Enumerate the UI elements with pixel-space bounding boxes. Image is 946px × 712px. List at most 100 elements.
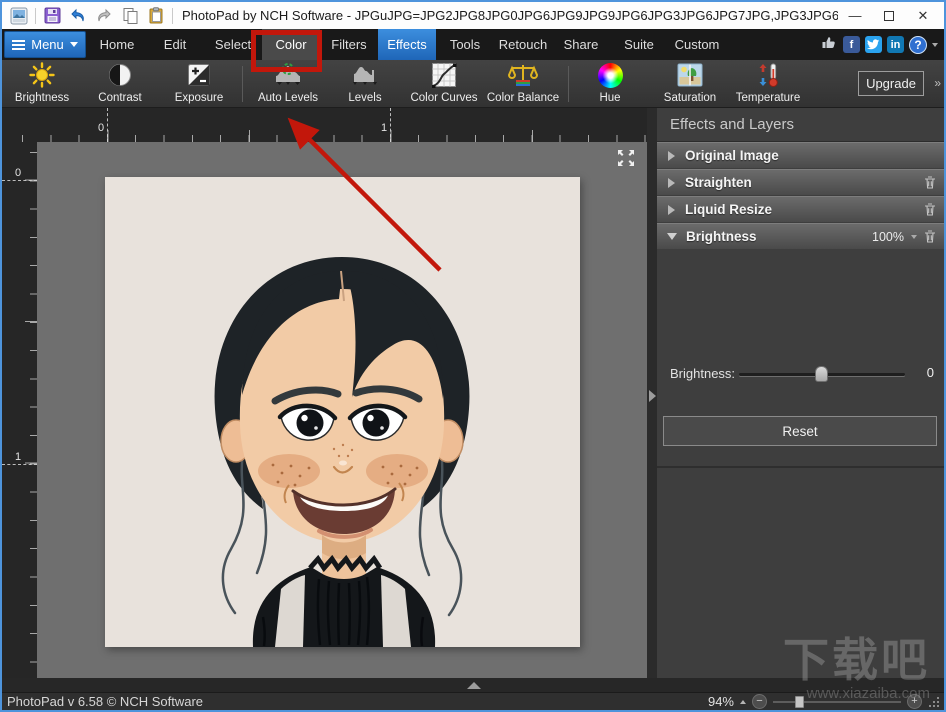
- color-balance-icon: [508, 62, 538, 88]
- annotation-highlight-box: [251, 30, 322, 72]
- chevron-down-icon[interactable]: [911, 235, 917, 239]
- version-text: PhotoPad v 6.58 © NCH Software: [7, 694, 203, 709]
- reset-button[interactable]: Reset: [663, 416, 937, 446]
- divider: [172, 8, 173, 24]
- trash-icon[interactable]: [924, 176, 936, 189]
- panel-divider: [647, 108, 657, 678]
- layer-row-liquid-resize[interactable]: Liquid Resize: [657, 196, 944, 222]
- ruler-tick: [2, 464, 37, 465]
- tab-edit[interactable]: Edit: [146, 29, 204, 60]
- tool-saturation[interactable]: Saturation: [651, 62, 729, 106]
- status-bar: PhotoPad v 6.58 © NCH Software 94% − +: [2, 692, 944, 710]
- layer-row-original-image[interactable]: Original Image: [657, 142, 944, 168]
- panel-collapse-arrow-icon[interactable]: [649, 390, 656, 402]
- menu-button[interactable]: Menu: [4, 31, 86, 58]
- zoom-slider-handle[interactable]: [795, 696, 804, 708]
- tool-exposure[interactable]: Exposure: [163, 62, 235, 106]
- tool-label: Contrast: [98, 92, 141, 104]
- ruler-label: 1: [381, 122, 387, 134]
- temperature-icon: [756, 62, 780, 88]
- tab-tools[interactable]: Tools: [436, 29, 494, 60]
- effects-panel: Effects and Layers Original Image Straig…: [657, 108, 944, 678]
- toolbar-overflow-chevron[interactable]: »: [934, 76, 941, 90]
- layer-label: Liquid Resize: [685, 202, 772, 217]
- undo-icon[interactable]: [68, 6, 88, 26]
- upgrade-button[interactable]: Upgrade: [858, 71, 924, 96]
- layer-label: Original Image: [685, 148, 779, 163]
- trash-icon[interactable]: [924, 230, 936, 243]
- menu-bar: Menu Home Edit Select Color Filters Effe…: [2, 29, 944, 60]
- tool-hue[interactable]: Hue: [574, 62, 646, 106]
- portrait-image: [105, 177, 580, 647]
- bottom-panel-expand-icon[interactable]: [467, 682, 481, 689]
- tab-retouch[interactable]: Retouch: [494, 29, 552, 60]
- linkedin-icon[interactable]: in: [887, 36, 904, 53]
- divider: [568, 66, 569, 102]
- tool-color-curves[interactable]: Color Curves: [403, 62, 485, 106]
- fullscreen-icon[interactable]: [617, 149, 635, 167]
- brightness-controls: Brightness: 0 Reset: [657, 356, 944, 466]
- tool-label: Saturation: [664, 92, 716, 104]
- expand-arrow-icon[interactable]: [668, 178, 675, 188]
- canvas-area[interactable]: [37, 142, 647, 678]
- ruler-tick: [390, 108, 391, 142]
- opacity-value[interactable]: 100%: [872, 230, 904, 244]
- vertical-ruler: 0 1: [2, 142, 37, 678]
- chevron-down-icon[interactable]: [932, 43, 938, 47]
- expand-arrow-icon[interactable]: [668, 205, 675, 215]
- menu-tabs: Home Edit Select Color Filters Effects T…: [88, 29, 726, 60]
- zoom-caret-icon[interactable]: [740, 700, 746, 704]
- layer-row-brightness[interactable]: Brightness 100%: [657, 223, 944, 249]
- zoom-percent[interactable]: 94%: [708, 694, 734, 709]
- tab-filters[interactable]: Filters: [320, 29, 378, 60]
- hue-wheel-icon: [598, 62, 623, 88]
- zoom-out-button[interactable]: −: [752, 694, 767, 709]
- color-curves-icon: [431, 62, 457, 88]
- exposure-icon: [187, 62, 211, 88]
- facebook-icon[interactable]: f: [843, 36, 860, 53]
- layer-label: Brightness: [686, 229, 757, 244]
- zoom-in-button[interactable]: +: [907, 694, 922, 709]
- help-icon[interactable]: ?: [909, 36, 927, 54]
- levels-icon: [351, 62, 379, 88]
- layer-row-straighten[interactable]: Straighten: [657, 169, 944, 195]
- brightness-slider-handle[interactable]: [815, 366, 828, 382]
- tool-label: Exposure: [175, 92, 224, 104]
- tab-home[interactable]: Home: [88, 29, 146, 60]
- zoom-slider[interactable]: [773, 701, 901, 703]
- paste-icon[interactable]: [146, 6, 166, 26]
- minimize-button[interactable]: —: [838, 4, 872, 28]
- maximize-button[interactable]: [872, 4, 906, 28]
- ruler-label: 1: [15, 451, 21, 463]
- tab-effects[interactable]: Effects: [378, 29, 436, 60]
- thumbs-up-icon[interactable]: [821, 34, 838, 55]
- tool-temperature[interactable]: Temperature: [727, 62, 809, 106]
- ruler-label: 0: [15, 167, 21, 179]
- app-icon: [9, 6, 29, 26]
- save-icon[interactable]: [42, 6, 62, 26]
- chevron-down-icon: [70, 42, 78, 47]
- tool-levels[interactable]: Levels: [329, 62, 401, 106]
- trash-icon[interactable]: [924, 203, 936, 216]
- redo-icon[interactable]: [94, 6, 114, 26]
- tab-custom[interactable]: Custom: [668, 29, 726, 60]
- twitter-icon[interactable]: [865, 36, 882, 53]
- expand-arrow-icon[interactable]: [668, 151, 675, 161]
- menu-button-label: Menu: [31, 37, 64, 52]
- maximize-icon: [884, 11, 894, 21]
- sun-icon: [29, 62, 55, 88]
- divider: [35, 8, 36, 24]
- divider: [242, 66, 243, 102]
- tool-color-balance[interactable]: Color Balance: [480, 62, 566, 106]
- tab-share[interactable]: Share: [552, 29, 610, 60]
- tool-contrast[interactable]: Contrast: [84, 62, 156, 106]
- resize-grip-icon[interactable]: [928, 696, 940, 708]
- collapse-arrow-icon[interactable]: [667, 233, 677, 240]
- close-button[interactable]: ✕: [906, 4, 940, 28]
- title-bar: PhotoPad by NCH Software - JPGuJPG=JPG2J…: [2, 2, 944, 29]
- tab-suite[interactable]: Suite: [610, 29, 668, 60]
- copy-icon[interactable]: [120, 6, 140, 26]
- tool-brightness[interactable]: Brightness: [6, 62, 78, 106]
- tool-label: Color Curves: [410, 92, 477, 104]
- brightness-slider[interactable]: [739, 373, 905, 376]
